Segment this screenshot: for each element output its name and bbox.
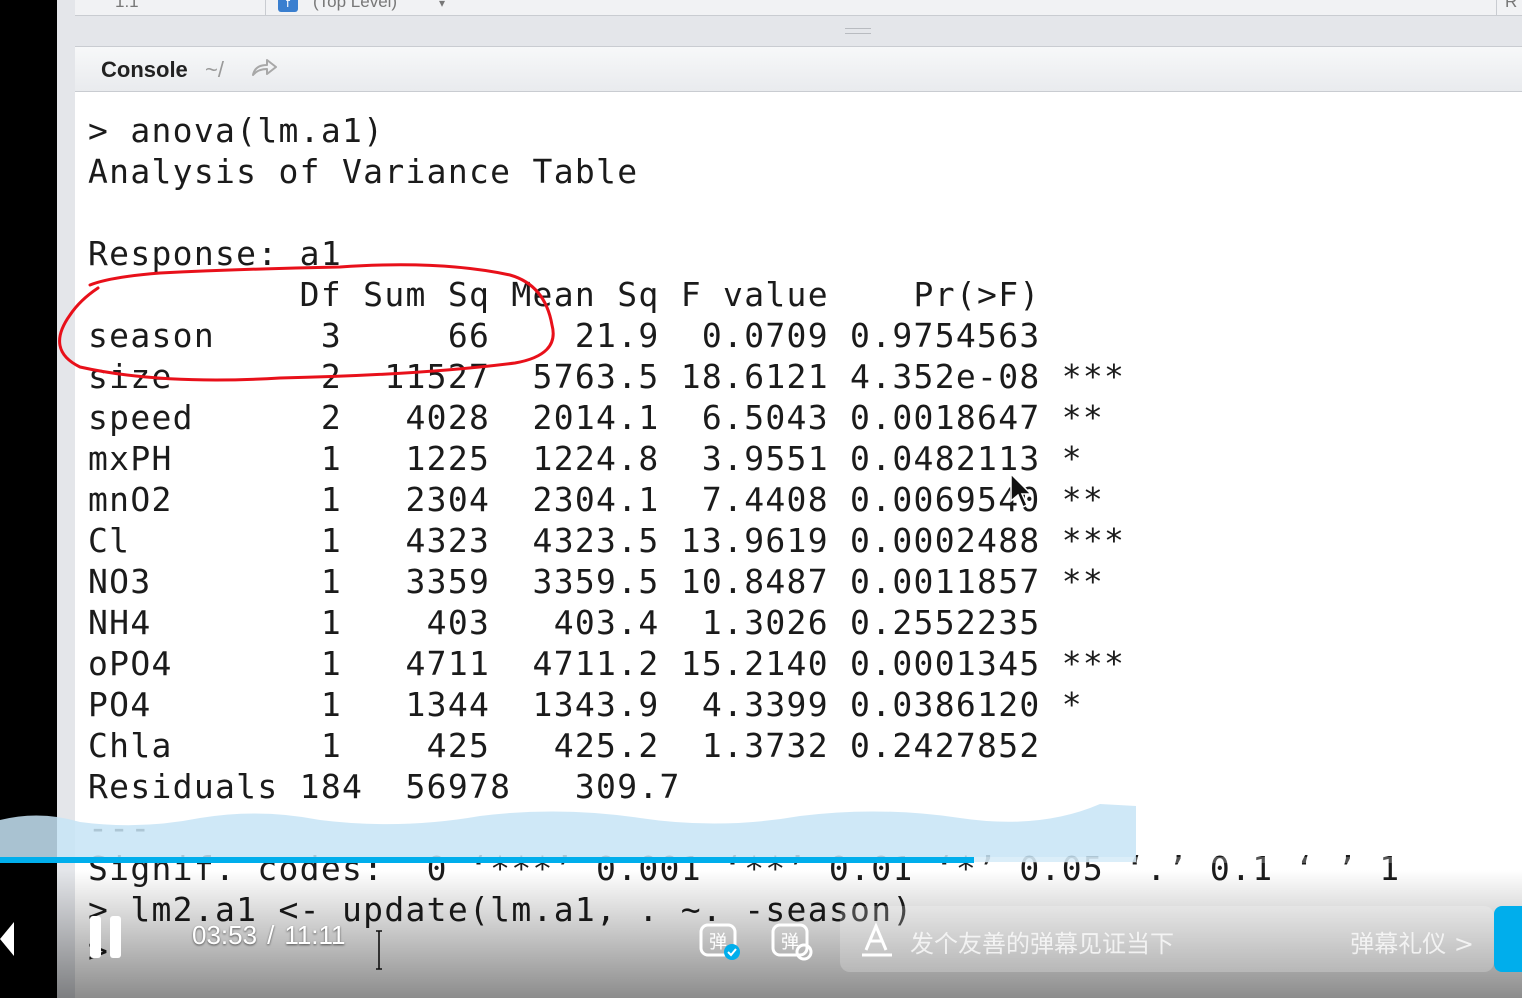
console-output-line: Signif. codes: 0 ‘***’ 0.001 ‘**’ 0.01 ‘… bbox=[88, 849, 1401, 888]
console-output-line: speed 2 4028 2014.1 6.5043 0.0018647 ** bbox=[88, 398, 1126, 437]
pause-button[interactable] bbox=[88, 916, 124, 958]
danmaku-input-bar[interactable]: 发个友善的弹幕见证当下 弹幕礼仪 > bbox=[840, 906, 1494, 972]
console-output-line: mxPH 1 1225 1224.8 3.9551 0.0482113 * bbox=[88, 439, 1126, 478]
pause-bar-icon bbox=[90, 916, 101, 958]
console-header: Console ~/ bbox=[75, 46, 1522, 92]
console-output-line: Analysis of Variance Table bbox=[88, 152, 639, 191]
text-cursor-icon bbox=[376, 930, 382, 970]
scope-selector[interactable]: (Top Level) bbox=[313, 0, 397, 12]
console-output-line: NO3 1 3359 3359.5 10.8487 0.0011857 ** bbox=[88, 562, 1126, 601]
console-output-line: --- bbox=[88, 808, 152, 847]
status-divider bbox=[265, 0, 266, 16]
cursor-position: 1:1 bbox=[115, 0, 139, 11]
console-output-line: size 2 11527 5763.5 18.6121 4.352e-08 **… bbox=[88, 357, 1126, 396]
pause-bar-icon bbox=[110, 916, 121, 958]
console-output-line: mnO2 1 2304 2304.1 7.4408 0.0069540 ** bbox=[88, 480, 1126, 519]
current-time: 03:53 bbox=[192, 920, 258, 950]
console-output-line: season 3 66 21.9 0.0709 0.9754563 bbox=[88, 316, 1126, 355]
danmaku-settings-icon[interactable]: 弹 bbox=[770, 920, 814, 962]
danmaku-etiquette-link[interactable]: 弹幕礼仪 > bbox=[1350, 924, 1474, 959]
console-output-line: Chla 1 425 425.2 1.3732 0.2427852 bbox=[88, 726, 1126, 765]
file-type-label[interactable]: R bbox=[1496, 0, 1522, 16]
pane-splitter[interactable] bbox=[75, 16, 1522, 46]
console-output-line: Cl 1 4323 4323.5 13.9619 0.0002488 *** bbox=[88, 521, 1126, 560]
console-command-line: > anova(lm.a1) bbox=[88, 111, 385, 150]
console-output-line: Df Sum Sq Mean Sq F value Pr(>F) bbox=[88, 275, 1126, 314]
left-black-bar bbox=[0, 0, 57, 998]
goto-directory-icon[interactable] bbox=[249, 55, 279, 81]
console-output-line: oPO4 1 4711 4711.2 15.2140 0.0001345 *** bbox=[88, 644, 1126, 683]
danmaku-toggle-icon[interactable]: 弹 bbox=[698, 920, 742, 962]
editor-status-bar: 1:1 f (Top Level) ▾ R bbox=[75, 0, 1522, 16]
splitter-grip-icon[interactable] bbox=[845, 28, 871, 34]
total-duration: 11:11 bbox=[284, 920, 346, 950]
left-pane-gutter bbox=[57, 0, 75, 998]
console-output-line: Residuals 184 56978 309.7 bbox=[88, 767, 1147, 806]
chevron-down-icon[interactable]: ▾ bbox=[439, 0, 445, 10]
working-directory: ~/ bbox=[205, 57, 224, 82]
send-danmaku-button[interactable] bbox=[1494, 906, 1522, 972]
console-output-line: NH4 1 403 403.4 1.3026 0.2552235 bbox=[88, 603, 1126, 642]
font-style-icon[interactable] bbox=[860, 922, 894, 958]
playback-time: 03:53/11:11 bbox=[192, 920, 346, 950]
danmaku-placeholder[interactable]: 发个友善的弹幕见证当下 bbox=[910, 924, 1174, 959]
console-tab[interactable]: Console bbox=[101, 57, 188, 83]
scope-icon[interactable]: f bbox=[278, 0, 298, 12]
console-output-line: PO4 1 1344 1343.9 4.3399 0.0386120 * bbox=[88, 685, 1126, 724]
console-output-line: Response: a1 bbox=[88, 234, 343, 273]
progress-played[interactable] bbox=[0, 857, 975, 863]
previous-icon[interactable] bbox=[0, 922, 14, 956]
